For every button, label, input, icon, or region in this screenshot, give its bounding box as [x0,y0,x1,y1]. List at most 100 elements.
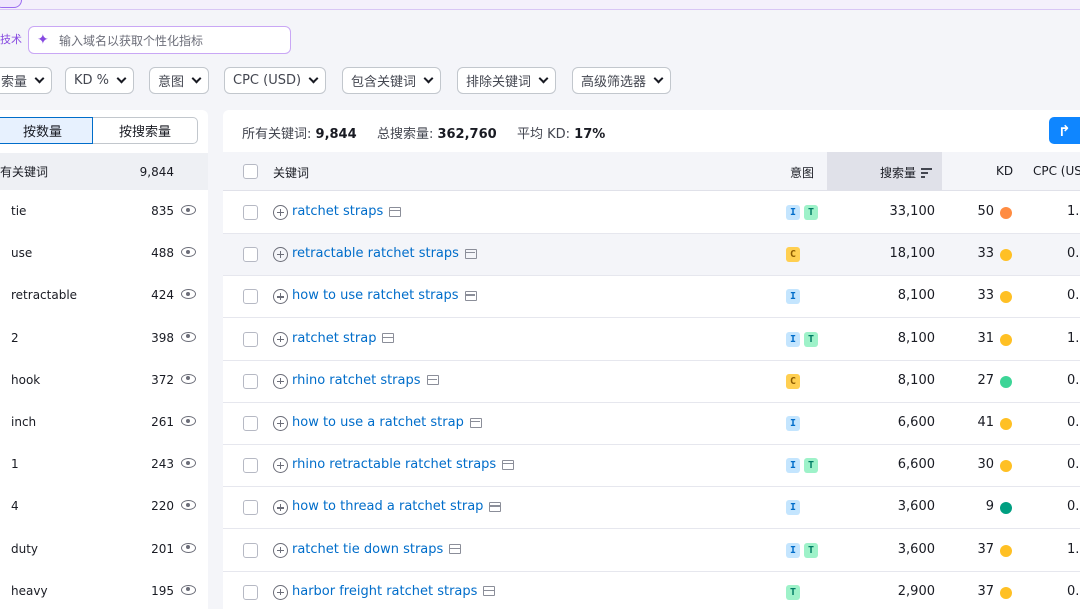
group-item[interactable]: 1 243 [0,443,208,485]
intent-badge: T [804,458,818,474]
col-keyword[interactable]: 关键词 [273,164,309,181]
kd-difficulty-dot [1000,418,1012,430]
group-item[interactable]: duty 201 [0,528,208,570]
filter-cpc[interactable]: CPC (USD) [224,67,327,94]
table-row[interactable]: how to use a ratchet strap I 6,600 41 0. [223,403,1080,445]
add-to-list-icon[interactable] [273,373,288,389]
row-checkbox[interactable] [243,416,258,431]
keyword-link[interactable]: rhino ratchet straps [292,373,439,388]
serp-icon[interactable] [426,375,439,386]
keyword-link[interactable]: ratchet straps [292,204,402,219]
keyword-link[interactable]: harbor freight ratchet straps [292,584,496,599]
add-to-list-icon[interactable] [273,458,288,474]
keyword-link[interactable]: retractable ratchet straps [292,246,477,261]
volume-value: 3,600 [897,541,935,557]
keyword-link[interactable]: rhino retractable ratchet straps [292,457,515,472]
serp-icon[interactable] [464,248,477,259]
table-row[interactable]: harbor freight ratchet straps T 2,900 37 0.7 [223,572,1080,609]
eye-icon[interactable] [181,542,196,553]
table-row[interactable]: ratchet strap IT 8,100 31 1.3 [223,319,1080,361]
table-row[interactable]: how to use ratchet straps I 8,100 33 0. [223,276,1080,319]
add-to-list-icon[interactable] [273,542,288,558]
group-item[interactable]: retractable 424 [0,274,208,316]
serp-icon[interactable] [502,459,515,470]
serp-icon[interactable] [464,290,477,301]
eye-icon[interactable] [181,373,196,384]
table-row[interactable]: rhino ratchet straps C 8,100 27 0.7 [223,361,1080,403]
filter-kd[interactable]: KD % [65,67,135,94]
add-to-list-icon[interactable] [273,289,288,305]
row-checkbox[interactable] [243,205,258,220]
add-to-list-icon[interactable] [273,584,288,600]
keyword-link[interactable]: how to use ratchet straps [292,288,477,303]
add-to-list-icon[interactable] [273,500,288,516]
group-item[interactable]: tie 835 [0,190,208,232]
volume-value: 2,900 [897,583,935,599]
group-all-keywords[interactable]: 有关键词 9,844 [0,153,208,190]
row-checkbox[interactable] [243,542,258,558]
row-checkbox[interactable] [243,289,258,305]
keyword-link[interactable]: ratchet strap [292,331,395,346]
group-count: 243 [151,457,174,472]
filter-advanced[interactable]: 高级筛选器 [572,67,672,94]
col-intent[interactable]: 意图 [790,164,814,181]
group-item[interactable]: hook 372 [0,359,208,401]
all-keywords-value: 9,844 [315,127,357,142]
table-row[interactable]: how to thread a ratchet strap I 3,600 9 0. [223,487,1080,530]
col-volume[interactable]: 搜索量 [880,164,933,181]
row-checkbox[interactable] [243,331,258,347]
group-item[interactable]: 4 220 [0,485,208,527]
serp-icon[interactable] [483,586,496,597]
table-row[interactable]: retractable ratchet straps C 18,100 33 0.6 [223,234,1080,277]
eye-icon[interactable] [181,584,196,595]
row-checkbox[interactable] [243,373,258,389]
col-kd[interactable]: KD [996,164,1013,178]
export-button[interactable]: ↱ [1049,117,1080,144]
intent-badge: I [786,416,800,431]
domain-input[interactable]: ✦ 输入域名以获取个性化指标 [28,26,291,54]
group-item[interactable]: 2 398 [0,317,208,359]
add-to-list-icon[interactable] [273,331,288,347]
filter-intent[interactable]: 意图 [149,67,210,94]
serp-icon[interactable] [389,206,402,217]
row-checkbox[interactable] [243,247,258,263]
keyword-link[interactable]: how to use a ratchet strap [292,415,482,430]
add-to-list-icon[interactable] [273,205,288,220]
eye-icon[interactable] [181,331,196,342]
volume-value: 6,600 [897,415,935,430]
add-to-list-icon[interactable] [273,247,288,263]
kd-difficulty-dot [1000,375,1012,388]
eye-icon[interactable] [181,500,196,511]
group-item[interactable]: use 488 [0,232,208,274]
kd-value: 33 [977,246,994,262]
row-checkbox[interactable] [243,458,258,474]
eye-icon[interactable] [181,416,196,426]
row-checkbox[interactable] [243,584,258,600]
serp-icon[interactable] [489,501,502,512]
keyword-link[interactable]: how to thread a ratchet strap [292,499,502,514]
add-to-list-icon[interactable] [273,416,288,431]
toggle-by-volume[interactable]: 按搜索量 [93,117,198,144]
toggle-by-count[interactable]: 按数量 [0,117,93,144]
filter-volume[interactable]: 索量 [0,67,53,94]
group-item[interactable]: inch 261 [0,401,208,443]
group-item[interactable]: heavy 195 [0,570,208,609]
eye-icon[interactable] [181,205,196,215]
filter-include-keywords[interactable]: 包含关键词 [342,67,442,94]
col-cpc[interactable]: CPC (US [1033,164,1080,178]
table-row[interactable]: ratchet straps IT 33,100 50 1.3 [223,192,1080,234]
intent-badges: IT [786,331,818,347]
serp-icon[interactable] [449,544,462,555]
eye-icon[interactable] [181,458,196,469]
filter-exclude-keywords[interactable]: 排除关键词 [457,67,557,94]
group-mode-toggle: 按数量 按搜索量 [0,117,198,144]
row-checkbox[interactable] [243,500,258,516]
table-row[interactable]: ratchet tie down straps IT 3,600 37 1.3 [223,530,1080,572]
eye-icon[interactable] [181,289,196,300]
eye-icon[interactable] [181,247,196,258]
keyword-link[interactable]: ratchet tie down straps [292,542,462,557]
serp-icon[interactable] [382,333,395,344]
serp-icon[interactable] [469,417,482,428]
table-row[interactable]: rhino retractable ratchet straps I T 6,600 3… [223,445,1080,488]
select-all-checkbox[interactable] [243,164,258,179]
